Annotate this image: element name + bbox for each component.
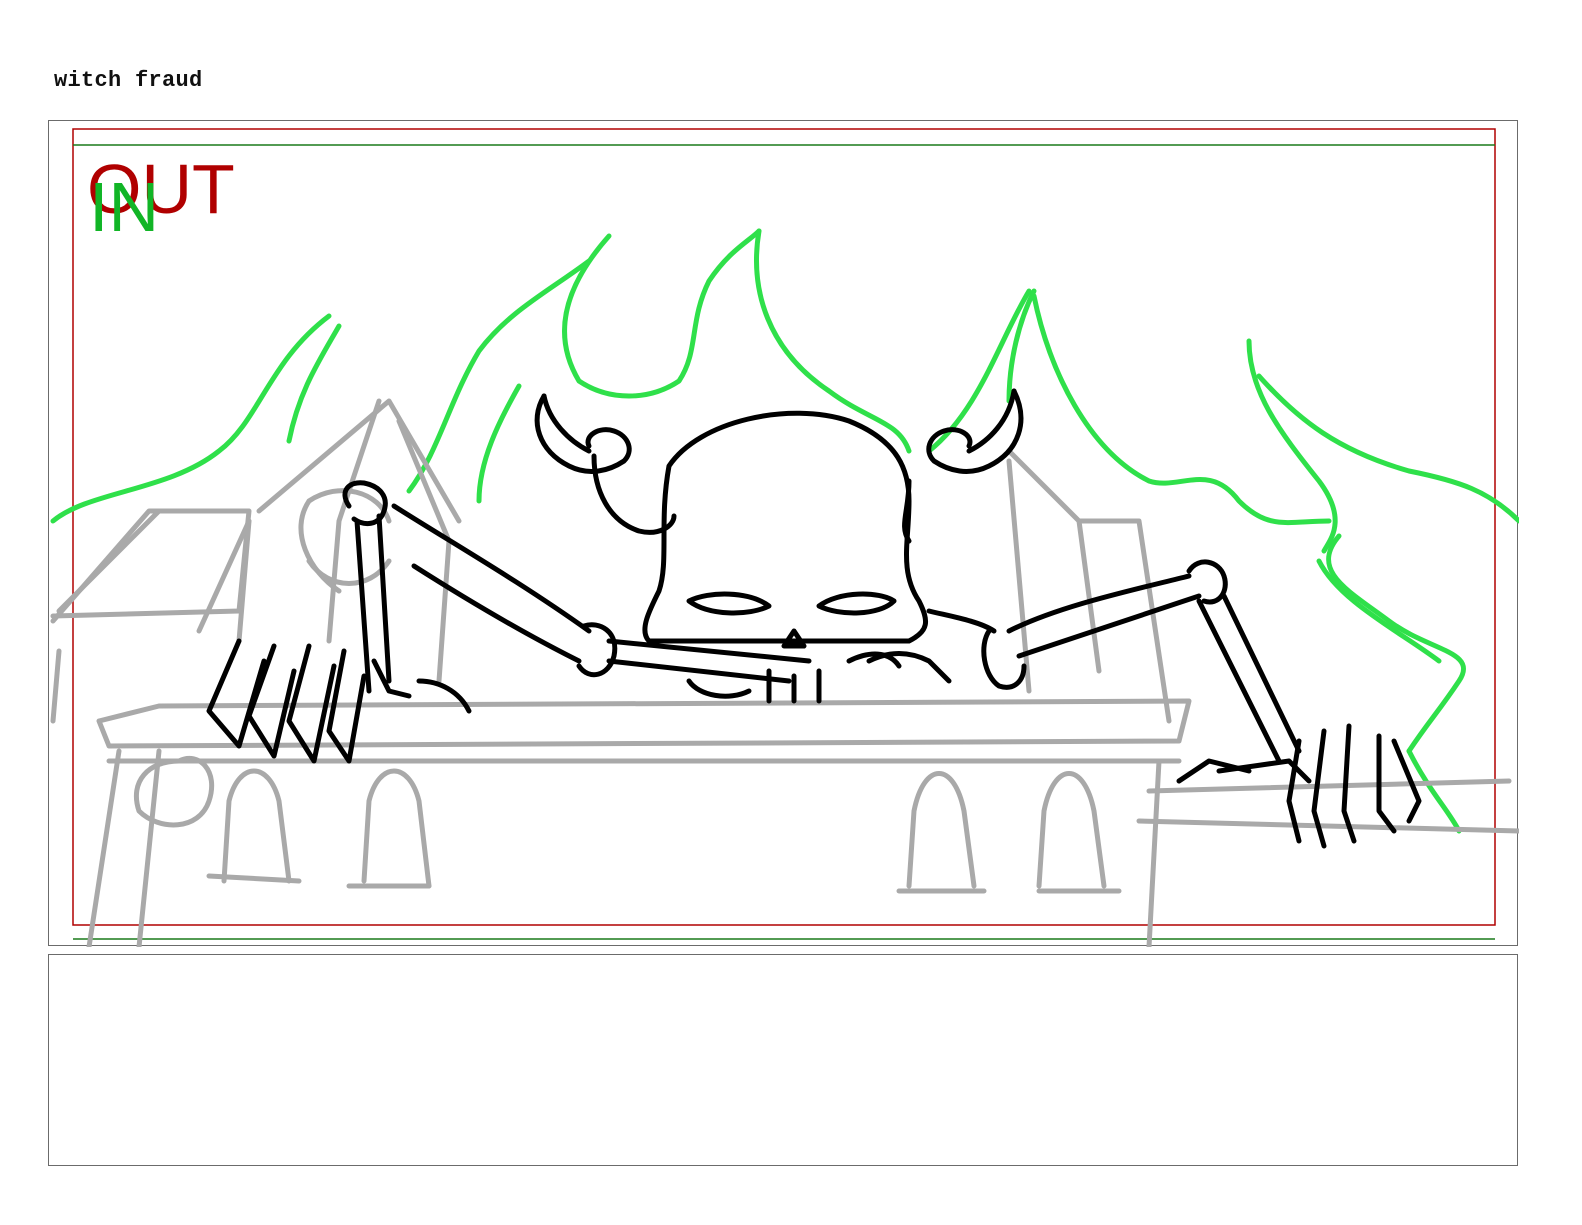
panel-drawing: OUT IN bbox=[50, 128, 1519, 947]
skeleton-demon bbox=[206, 388, 1422, 849]
page-title: witch fraud bbox=[54, 68, 203, 93]
in-label: IN bbox=[89, 168, 159, 246]
background-buildings bbox=[50, 398, 1519, 947]
storyboard-panel: OUT IN bbox=[48, 120, 1519, 947]
panel-notes-box[interactable] bbox=[48, 954, 1518, 1166]
out-frame bbox=[72, 128, 1496, 926]
